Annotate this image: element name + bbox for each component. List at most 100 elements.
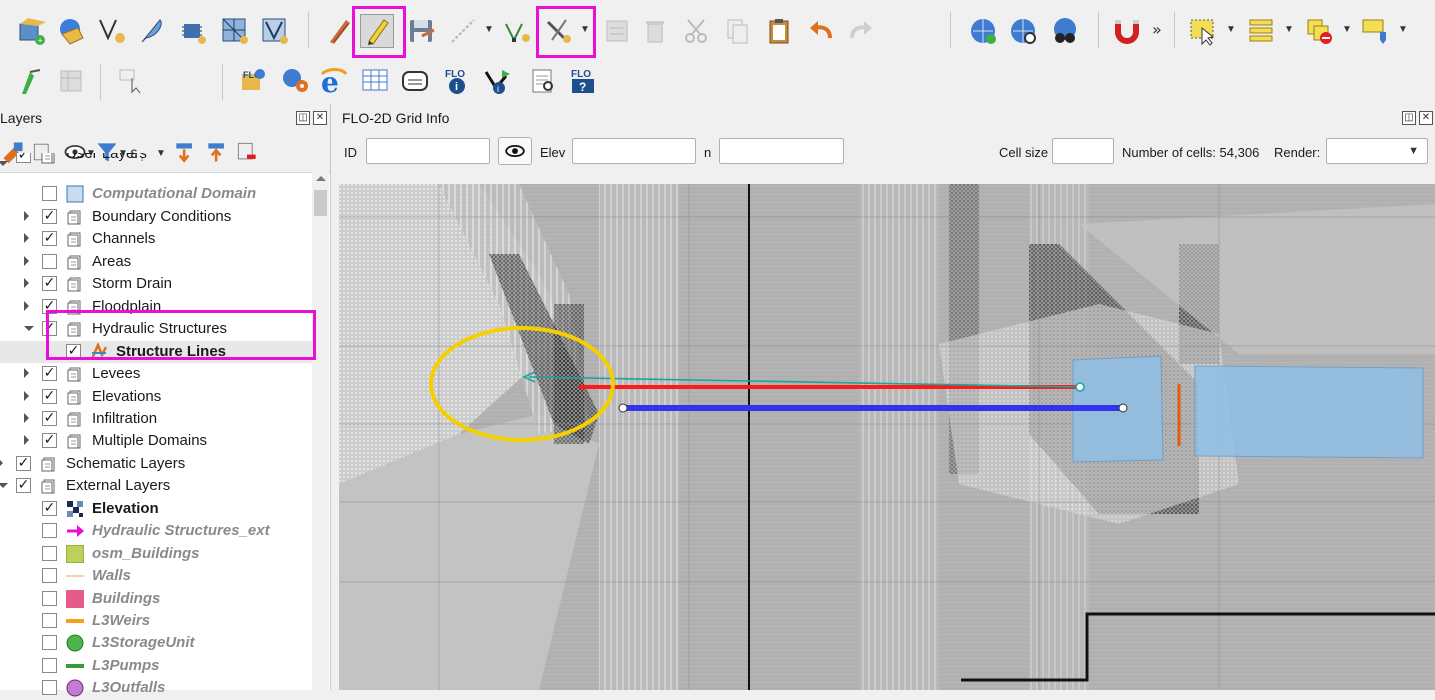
expand-arrow-icon[interactable]: [24, 210, 29, 221]
dam-breach-icon[interactable]: [398, 64, 432, 98]
magnet-icon[interactable]: [1110, 14, 1144, 48]
vertex-tool-icon[interactable]: [94, 14, 128, 48]
label-icon[interactable]: [1358, 14, 1392, 48]
eye-button[interactable]: [498, 137, 532, 165]
expand-arrow-icon[interactable]: [24, 412, 29, 423]
layer-row-infiltration[interactable]: ✓ Infiltration: [0, 408, 312, 430]
layer-row-elevation[interactable]: ✓ Elevation: [0, 498, 312, 520]
vertex-editor-icon[interactable]: [500, 14, 534, 48]
expand-arrow-icon[interactable]: [24, 300, 29, 311]
layer-visibility-checkbox[interactable]: ✓: [16, 478, 31, 494]
float-panel-icon[interactable]: ◫: [296, 111, 310, 125]
layer-row-l3outfalls[interactable]: L3Outfalls: [0, 677, 312, 699]
map-canvas[interactable]: [339, 184, 1435, 690]
layer-visibility-checkbox[interactable]: ✓: [16, 153, 31, 163]
layer-visibility-checkbox[interactable]: [42, 657, 57, 673]
layer-row-hydraulic-structures-ext[interactable]: Hydraulic Structures_ext: [0, 520, 312, 542]
close-panel-icon[interactable]: ✕: [313, 111, 327, 125]
expand-arrow-icon[interactable]: [24, 368, 29, 379]
n-field[interactable]: [719, 138, 844, 164]
select-dropdown-icon[interactable]: ▼: [1226, 24, 1236, 35]
flo-info-icon[interactable]: FLO i: [440, 64, 474, 98]
toolbar-overflow[interactable]: »: [1152, 20, 1162, 39]
layer-visibility-checkbox[interactable]: [42, 545, 57, 561]
globe-cog-icon[interactable]: [278, 64, 312, 98]
digitize-dropdown-icon[interactable]: ▼: [484, 24, 494, 35]
layer-visibility-checkbox[interactable]: ✓: [42, 433, 57, 449]
digitize-line-icon[interactable]: [446, 14, 480, 48]
expand-arrow-icon[interactable]: [24, 435, 29, 446]
expand-arrow-icon[interactable]: [24, 390, 29, 401]
redo-icon[interactable]: [844, 14, 878, 48]
expand-arrow-icon[interactable]: [24, 278, 29, 289]
structure-polygon[interactable]: [1194, 365, 1424, 459]
attribute-table-icon[interactable]: [1244, 14, 1278, 48]
layer-row-boundary-conditions[interactable]: ✓ Boundary Conditions: [0, 206, 312, 228]
expand-arrow-icon[interactable]: [24, 233, 29, 244]
layer-row-storm-drain[interactable]: ✓ Storm Drain: [0, 273, 312, 295]
globe-add-icon[interactable]: [966, 14, 1000, 48]
grid-table-icon[interactable]: [218, 14, 252, 48]
layer-row-osm-buildings[interactable]: osm_Buildings: [0, 543, 312, 565]
layer-visibility-checkbox[interactable]: [42, 590, 57, 606]
layer-row-multiple-domains[interactable]: ✓ Multiple Domains: [0, 430, 312, 452]
layer-visibility-checkbox[interactable]: ✓: [42, 500, 57, 516]
flo-help-icon[interactable]: FLO?: [566, 64, 600, 98]
layer-visibility-checkbox[interactable]: [42, 523, 57, 539]
open-project-icon[interactable]: [54, 14, 88, 48]
scroll-thumb[interactable]: [314, 190, 327, 216]
cut-icon[interactable]: [680, 14, 714, 48]
layer-visibility-checkbox[interactable]: ✓: [42, 366, 57, 382]
grid-tools-icon[interactable]: [358, 64, 392, 98]
layer-visibility-checkbox[interactable]: ✓: [42, 410, 57, 426]
layer-visibility-checkbox[interactable]: [42, 186, 57, 202]
close-panel-icon[interactable]: ✕: [1419, 111, 1433, 125]
collapse-arrow-icon[interactable]: [0, 483, 8, 489]
info-table-icon[interactable]: [54, 64, 88, 98]
select-grid-element-icon[interactable]: [114, 64, 148, 98]
report-icon[interactable]: [526, 64, 560, 98]
deselect-icon[interactable]: [1302, 14, 1336, 48]
deselect-dropdown-icon[interactable]: ▼: [1342, 24, 1352, 35]
cell-size-field[interactable]: [1052, 138, 1114, 164]
layer-visibility-checkbox[interactable]: [42, 568, 57, 584]
globe-binoculars-icon[interactable]: [1048, 14, 1082, 48]
profile-tool-icon[interactable]: [14, 64, 48, 98]
vertex-marker[interactable]: [618, 403, 628, 413]
layer-row-l3weirs[interactable]: L3Weirs: [0, 610, 312, 632]
expand-arrow-icon[interactable]: [24, 255, 29, 266]
expand-arrow-icon[interactable]: [0, 457, 3, 468]
layer-row-l3pumps[interactable]: L3Pumps: [0, 655, 312, 677]
layer-visibility-checkbox[interactable]: ✓: [16, 455, 31, 471]
layer-visibility-checkbox[interactable]: [42, 680, 57, 696]
layer-visibility-checkbox[interactable]: [42, 613, 57, 628]
modify-attributes-icon[interactable]: [600, 14, 634, 48]
layer-row-areas[interactable]: Areas: [0, 251, 312, 273]
elev-field[interactable]: [572, 138, 696, 164]
layer-row-user-layers[interactable]: ✓ User Layers: [0, 153, 312, 167]
float-panel-icon[interactable]: ◫: [1402, 111, 1416, 125]
layer-row-buildings[interactable]: Buildings: [0, 588, 312, 610]
layer-row-external-layers[interactable]: ✓ External Layers: [0, 475, 312, 497]
plugin-ie-icon[interactable]: e: [316, 64, 350, 98]
chip-icon[interactable]: [176, 14, 210, 48]
collapse-arrow-icon[interactable]: [0, 161, 8, 166]
render-select[interactable]: ▼: [1326, 138, 1428, 164]
attribute-dropdown-icon[interactable]: ▼: [1284, 24, 1294, 35]
copy-icon[interactable]: [720, 14, 754, 48]
layer-row-schematic-layers[interactable]: ✓ Schematic Layers: [0, 453, 312, 475]
id-field[interactable]: [366, 138, 490, 164]
layer-row-elevations[interactable]: ✓ Elevations: [0, 386, 312, 408]
layer-visibility-checkbox[interactable]: ✓: [42, 388, 57, 404]
add-layer-icon[interactable]: +: [14, 14, 48, 48]
select-feature-icon[interactable]: [1186, 14, 1220, 48]
pencil-brush-icon[interactable]: [322, 14, 356, 48]
layer-visibility-checkbox[interactable]: ✓: [42, 208, 57, 224]
collapse-arrow-icon[interactable]: [24, 326, 34, 332]
layer-row-walls[interactable]: Walls: [0, 565, 312, 587]
label-dropdown-icon[interactable]: ▼: [1398, 24, 1408, 35]
vertex-marker[interactable]: [1075, 382, 1085, 392]
layer-row-computational-domain[interactable]: Computational Domain: [0, 183, 312, 205]
layer-visibility-checkbox[interactable]: [42, 635, 57, 651]
flo-import-icon[interactable]: FLO: [236, 64, 270, 98]
